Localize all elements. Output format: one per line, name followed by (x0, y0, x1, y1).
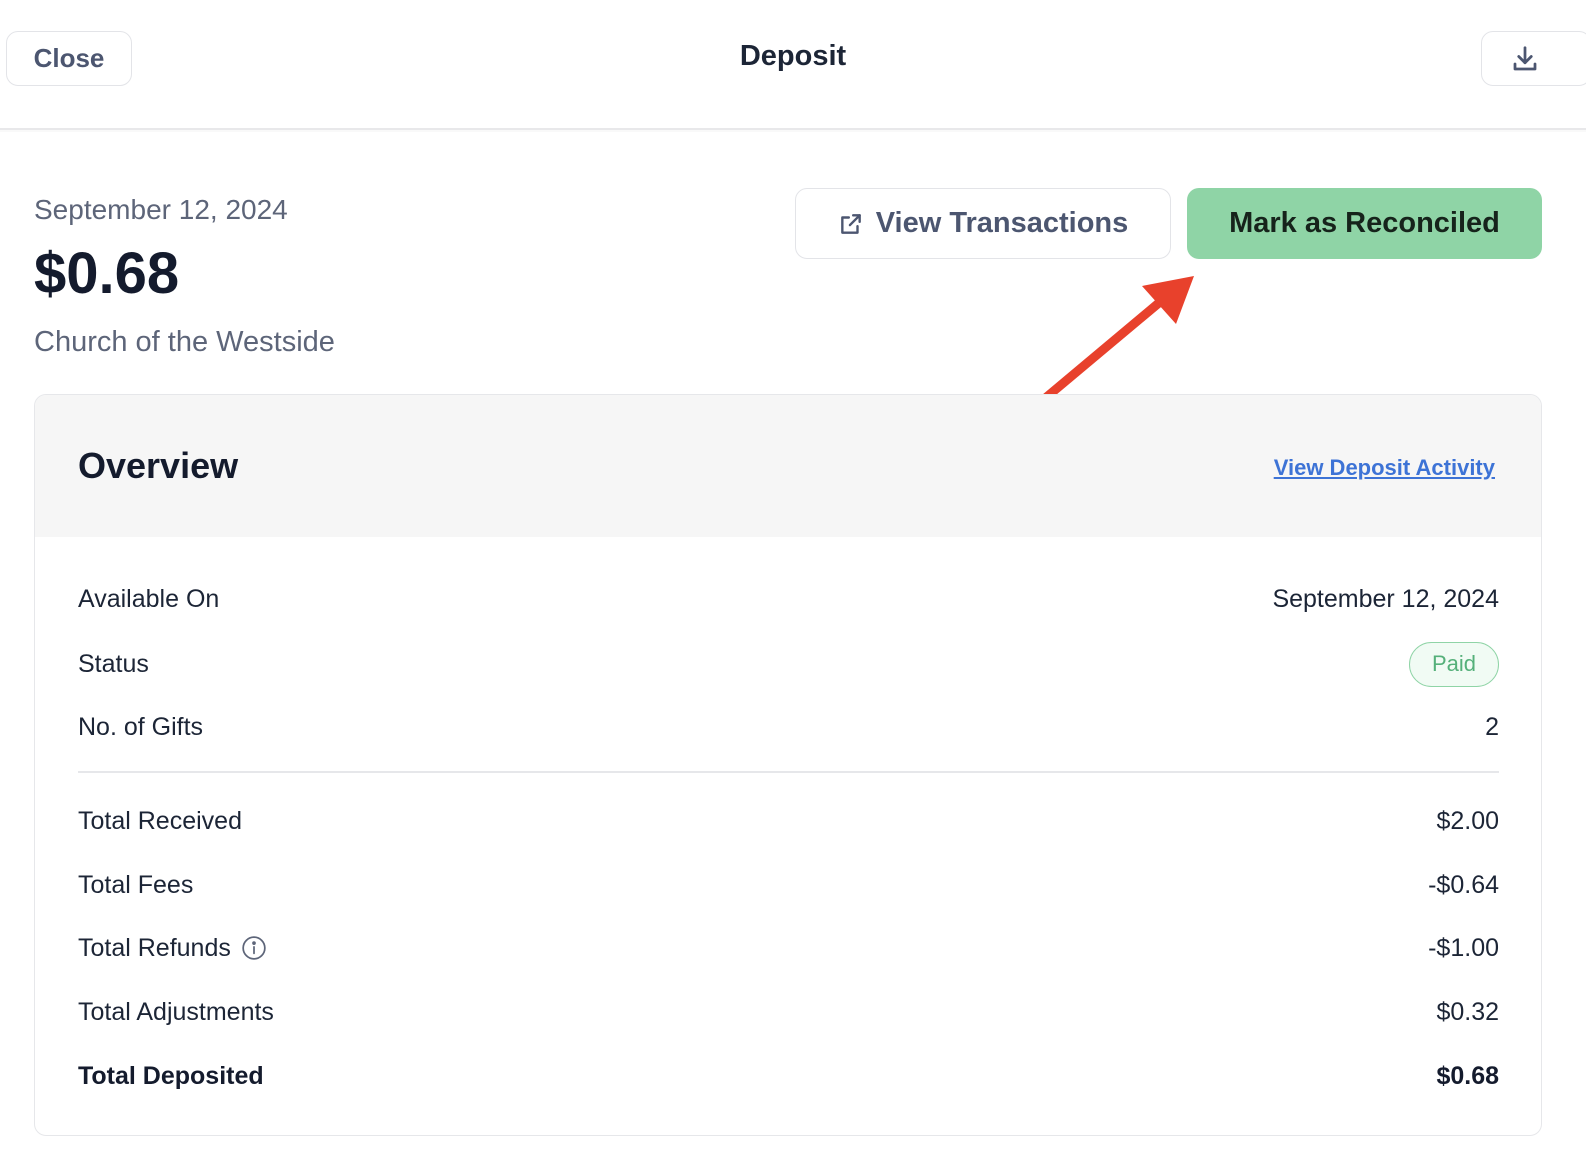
info-icon[interactable] (241, 935, 267, 961)
top-bar: Close Deposit (0, 0, 1586, 130)
view-transactions-button[interactable]: View Transactions (795, 188, 1171, 259)
detail-label: Available On (78, 584, 220, 613)
page-title: Deposit (739, 40, 847, 72)
total-value: $0.68 (1436, 1061, 1499, 1090)
overview-card: Overview View Deposit Activity Available… (34, 394, 1542, 1136)
deposit-amount: $0.68 (34, 241, 180, 306)
deposit-content: September 12, 2024 $0.68 Church of the W… (0, 132, 1586, 1172)
detail-value: 2 (1485, 712, 1499, 741)
total-row-fees: Total Fees -$0.64 (78, 865, 1499, 905)
total-value: $0.32 (1436, 997, 1499, 1026)
mark-as-reconciled-button[interactable]: Mark as Reconciled (1187, 188, 1542, 259)
total-value: -$0.64 (1428, 870, 1499, 899)
view-deposit-activity-link[interactable]: View Deposit Activity (1274, 455, 1495, 481)
view-transactions-label: View Transactions (875, 207, 1129, 239)
total-row-deposited: Total Deposited $0.68 (78, 1056, 1499, 1096)
total-label: Total Deposited (78, 1061, 264, 1090)
total-value: $2.00 (1436, 806, 1499, 835)
download-icon (1513, 45, 1537, 70)
detail-row-gifts: No. of Gifts 2 (78, 707, 1499, 747)
detail-row-status: Status Paid (78, 641, 1499, 687)
total-row-refunds: Total Refunds -$1.00 (78, 928, 1499, 968)
overview-header: Overview View Deposit Activity (35, 395, 1541, 537)
external-link-icon (840, 213, 861, 234)
section-divider (78, 771, 1499, 773)
organization-name: Church of the Westside (34, 326, 335, 358)
total-value: -$1.00 (1428, 933, 1499, 962)
detail-label: No. of Gifts (78, 712, 204, 741)
status-badge: Paid (1408, 641, 1499, 687)
total-label: Total Adjustments (78, 997, 274, 1026)
total-row-adjustments: Total Adjustments $0.32 (78, 992, 1499, 1032)
download-button[interactable] (1481, 31, 1586, 86)
total-row-received: Total Received $2.00 (78, 801, 1499, 841)
total-refunds-label-group: Total Refunds (78, 934, 267, 963)
mark-as-reconciled-label: Mark as Reconciled (1229, 207, 1500, 239)
total-label: Total Refunds (78, 933, 231, 962)
total-label: Total Received (78, 806, 242, 835)
total-label: Total Fees (78, 870, 194, 899)
detail-value: September 12, 2024 (1272, 584, 1499, 613)
deposit-date: September 12, 2024 (34, 194, 288, 225)
detail-row-available-on: Available On September 12, 2024 (78, 579, 1499, 619)
overview-title: Overview (78, 445, 239, 486)
detail-label: Status (78, 649, 149, 678)
